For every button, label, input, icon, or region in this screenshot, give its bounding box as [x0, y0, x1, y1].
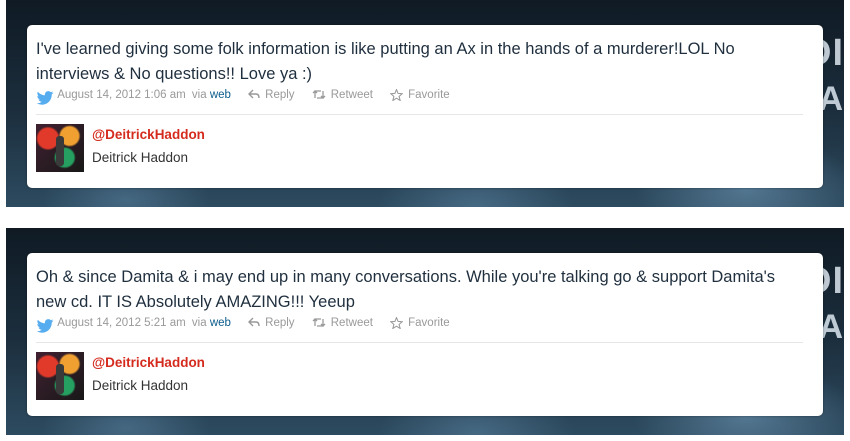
tweet-meta: August 14, 2012 1:06 am via web Reply Re… [36, 87, 816, 106]
reply-label: Reply [265, 88, 295, 101]
tweet-timestamp-link[interactable]: August 14, 2012 1:06 am [57, 89, 186, 101]
divider [36, 342, 803, 343]
tweet-embed-1: DI HA I've learned giving some folk info… [6, 0, 844, 207]
avatar[interactable] [36, 352, 84, 400]
retweet-button[interactable]: Retweet [312, 317, 373, 329]
author-name: Deitrick Haddon [92, 378, 189, 393]
star-icon [389, 315, 404, 330]
retweet-icon [312, 90, 326, 99]
tweet-text: Oh & since Damita & i may end up in many… [36, 268, 776, 311]
reply-button[interactable]: Reply [248, 316, 295, 329]
reply-arrow-icon [248, 317, 260, 327]
twitter-bird-icon[interactable] [36, 91, 54, 105]
retweet-label: Retweet [330, 88, 373, 101]
twitter-bird-icon[interactable] [36, 319, 54, 333]
retweet-icon [312, 318, 326, 327]
tweet-meta: August 14, 2012 5:21 am via web Reply Re… [36, 315, 816, 334]
reply-button[interactable]: Reply [248, 88, 295, 101]
avatar[interactable] [36, 124, 84, 172]
divider [36, 114, 803, 115]
favorite-button[interactable]: Favorite [389, 87, 450, 102]
via-label: via [191, 89, 207, 101]
tweet-card: Oh & since Damita & i may end up in many… [27, 253, 823, 416]
via-label: via [191, 317, 207, 329]
author-handle-link[interactable]: @DeitrickHaddon [92, 127, 205, 142]
author-handle-link[interactable]: @DeitrickHaddon [92, 355, 205, 370]
retweet-label: Retweet [330, 316, 373, 329]
tweet-timestamp-link[interactable]: August 14, 2012 5:21 am [57, 317, 186, 329]
tweet-card: I've learned giving some folk informatio… [27, 25, 823, 188]
via-source-link[interactable]: web [210, 89, 231, 101]
author-name: Deitrick Haddon [92, 150, 189, 165]
star-icon [389, 87, 404, 102]
via-source-link[interactable]: web [210, 317, 231, 329]
favorite-button[interactable]: Favorite [389, 315, 450, 330]
reply-arrow-icon [248, 89, 260, 99]
retweet-button[interactable]: Retweet [312, 89, 373, 101]
reply-label: Reply [265, 316, 295, 329]
favorite-label: Favorite [408, 89, 450, 102]
favorite-label: Favorite [408, 317, 450, 330]
tweet-embed-2: DI HA Oh & since Damita & i may end up i… [6, 228, 844, 435]
tweet-text: I've learned giving some folk informatio… [36, 40, 735, 83]
